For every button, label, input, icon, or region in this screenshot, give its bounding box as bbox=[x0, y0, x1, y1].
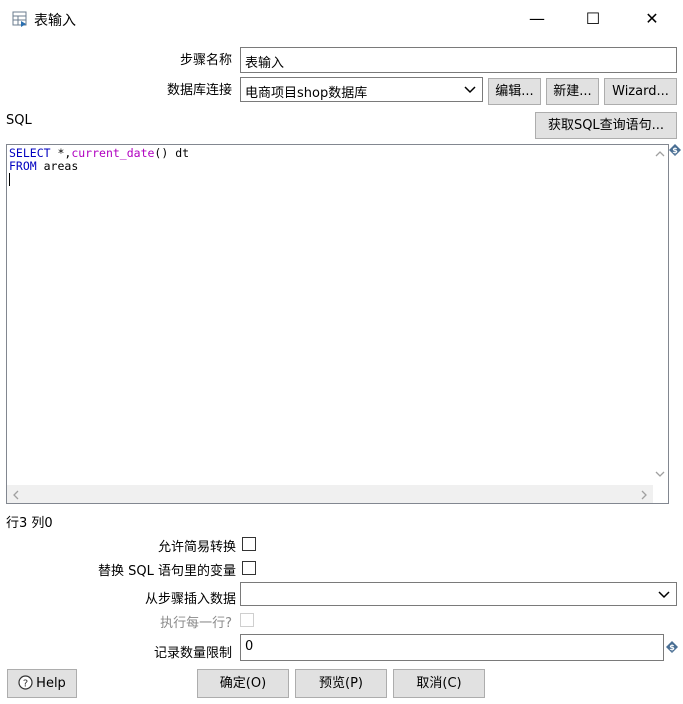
limit-label: 记录数量限制 bbox=[153, 646, 232, 661]
edit-connection-button[interactable]: 编辑... bbox=[488, 78, 541, 105]
dollar-diamond-icon[interactable]: $ bbox=[669, 144, 681, 156]
table-input-icon bbox=[12, 11, 27, 27]
get-sql-button[interactable]: 获取SQL查询语句... bbox=[535, 112, 677, 139]
preview-button[interactable]: 预览(P) bbox=[295, 669, 387, 698]
cancel-button[interactable]: 取消(C) bbox=[393, 669, 485, 698]
lazy-conversion-checkbox[interactable] bbox=[242, 537, 256, 551]
limit-input[interactable]: 0 bbox=[240, 634, 664, 661]
svg-text:?: ? bbox=[23, 679, 28, 690]
db-connection-value: 电商项目shop数据库 bbox=[245, 86, 368, 101]
maximize-button[interactable]: ☐ bbox=[570, 0, 616, 38]
sql-token: () dt bbox=[154, 146, 190, 160]
step-name-label: 步骤名称 bbox=[179, 53, 232, 68]
db-connection-select[interactable]: 电商项目shop数据库 bbox=[240, 77, 483, 102]
minimize-button[interactable]: — bbox=[514, 0, 560, 38]
chevron-down-icon bbox=[658, 591, 670, 599]
insert-from-step-select[interactable] bbox=[240, 582, 677, 606]
horizontal-scrollbar[interactable] bbox=[7, 485, 653, 503]
replace-vars-checkbox[interactable] bbox=[242, 561, 256, 575]
text-cursor bbox=[9, 173, 10, 186]
step-name-input[interactable]: 表输入 bbox=[240, 47, 677, 73]
title-bar: 表输入 — ☐ ✕ bbox=[0, 0, 683, 38]
scroll-left-icon[interactable] bbox=[13, 490, 19, 500]
execute-each-row-checkbox[interactable] bbox=[240, 613, 254, 627]
help-button-label: Help bbox=[36, 676, 66, 691]
sql-token: *, bbox=[50, 146, 72, 160]
sql-function: current_date bbox=[71, 146, 155, 160]
svg-text:$: $ bbox=[669, 643, 675, 652]
scroll-down-icon[interactable] bbox=[655, 471, 665, 477]
db-connection-label: 数据库连接 bbox=[166, 83, 232, 98]
dollar-diamond-icon[interactable]: $ bbox=[666, 641, 678, 653]
sql-keyword: SELECT bbox=[9, 146, 51, 160]
scroll-right-icon[interactable] bbox=[641, 490, 647, 500]
ok-button[interactable]: 确定(O) bbox=[197, 669, 289, 698]
wizard-button[interactable]: Wizard... bbox=[604, 78, 677, 105]
window-title: 表输入 bbox=[34, 13, 76, 29]
sql-label: SQL bbox=[6, 113, 32, 128]
lazy-conversion-label: 允许简易转换 bbox=[157, 540, 236, 555]
sql-text[interactable]: SELECT *,current_date() dt FROM areas bbox=[9, 147, 189, 186]
replace-vars-label: 替换 SQL 语句里的变量 bbox=[98, 564, 236, 579]
close-button[interactable]: ✕ bbox=[629, 0, 675, 38]
vertical-scrollbar[interactable] bbox=[652, 145, 668, 485]
question-circle-icon: ? bbox=[18, 675, 33, 690]
sql-editor[interactable]: SELECT *,current_date() dt FROM areas bbox=[6, 144, 669, 504]
svg-text:$: $ bbox=[672, 146, 678, 155]
cursor-position-status: 行3 列0 bbox=[6, 516, 53, 531]
new-connection-button[interactable]: 新建... bbox=[546, 78, 599, 105]
sql-line-2: FROM areas bbox=[9, 160, 189, 173]
scroll-up-icon[interactable] bbox=[655, 151, 665, 157]
sql-keyword: FROM bbox=[9, 159, 37, 173]
execute-each-row-label: 执行每一行? bbox=[160, 616, 232, 631]
chevron-down-icon bbox=[464, 86, 476, 94]
help-button[interactable]: ? Help bbox=[7, 669, 77, 698]
insert-from-step-label: 从步骤插入数据 bbox=[144, 592, 236, 607]
sql-token: areas bbox=[36, 159, 79, 173]
